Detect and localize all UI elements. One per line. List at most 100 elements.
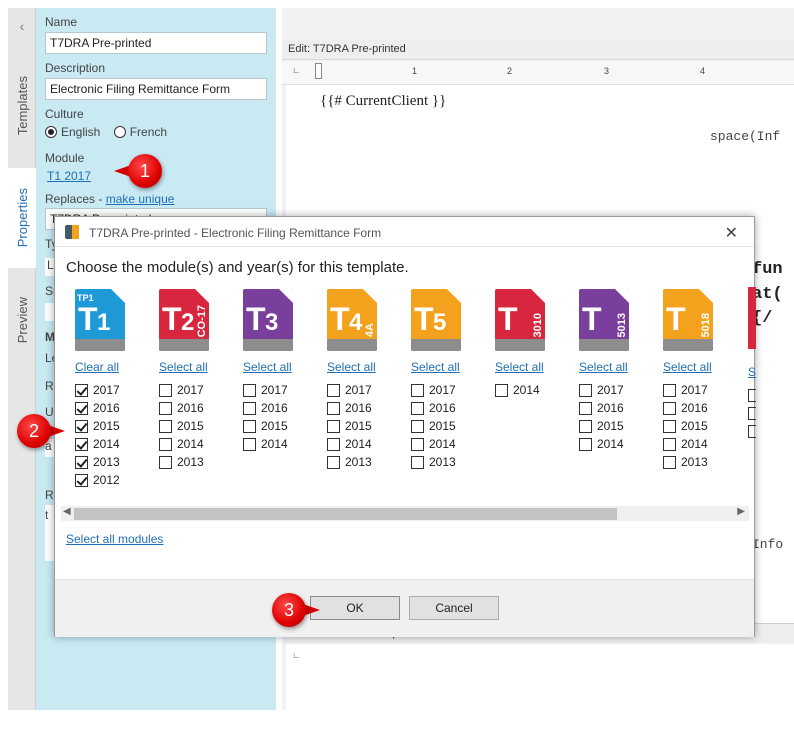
select-all-link[interactable]: Select all	[243, 360, 327, 374]
year-option[interactable]: 2013	[327, 453, 411, 471]
indent-marker-icon[interactable]	[315, 63, 322, 79]
year-checkbox[interactable]	[411, 401, 424, 415]
year-option[interactable]: 2017	[663, 381, 747, 399]
year-option[interactable]: 2014	[411, 435, 495, 453]
year-checkbox[interactable]	[495, 383, 508, 397]
partial-checkbox[interactable]	[748, 407, 756, 420]
tab-preview[interactable]: Preview	[8, 280, 36, 360]
year-checkbox[interactable]	[159, 401, 172, 415]
name-field[interactable]: T7DRA Pre-printed	[45, 32, 267, 54]
select-all-link[interactable]: Select all	[495, 360, 579, 374]
year-checkbox[interactable]	[243, 437, 256, 451]
culture-english-radio[interactable]	[45, 126, 57, 138]
scrollbar-thumb[interactable]	[74, 508, 617, 520]
partial-checkbox[interactable]	[748, 389, 756, 402]
year-checkbox[interactable]	[663, 419, 676, 433]
description-field[interactable]: Electronic Filing Remittance Form	[45, 78, 267, 100]
select-all-modules-link[interactable]: Select all modules	[66, 532, 163, 546]
year-checkbox[interactable]	[327, 383, 340, 397]
year-option[interactable]: 2016	[75, 399, 159, 417]
year-checkbox[interactable]	[663, 383, 676, 397]
year-checkbox[interactable]	[75, 419, 88, 433]
year-checkbox[interactable]	[75, 473, 88, 487]
year-checkbox[interactable]	[579, 401, 592, 415]
module-link[interactable]: T1 2017	[47, 169, 91, 183]
select-all-link[interactable]: Select all	[327, 360, 411, 374]
select-all-link[interactable]: Select all	[663, 360, 747, 374]
year-option[interactable]: 2015	[579, 417, 663, 435]
year-option[interactable]: 2014	[579, 435, 663, 453]
year-option[interactable]: 2014	[75, 435, 159, 453]
year-option[interactable]: 2015	[75, 417, 159, 435]
year-checkbox[interactable]	[243, 401, 256, 415]
year-checkbox[interactable]	[159, 383, 172, 397]
year-checkbox[interactable]	[411, 383, 424, 397]
year-option[interactable]: 2016	[663, 399, 747, 417]
year-checkbox[interactable]	[159, 455, 172, 469]
select-all-link[interactable]: Select all	[159, 360, 243, 374]
year-option[interactable]: 2017	[327, 381, 411, 399]
year-option[interactable]: 2015	[243, 417, 327, 435]
year-checkbox[interactable]	[579, 437, 592, 451]
year-checkbox[interactable]	[411, 455, 424, 469]
year-option[interactable]: 2017	[411, 381, 495, 399]
year-option[interactable]: 2014	[159, 435, 243, 453]
collapse-chevron-icon[interactable]: ‹	[8, 18, 36, 34]
year-checkbox[interactable]	[327, 419, 340, 433]
year-option[interactable]: 2016	[579, 399, 663, 417]
year-checkbox[interactable]	[75, 383, 88, 397]
year-option[interactable]: 2016	[411, 399, 495, 417]
year-option[interactable]: 2013	[663, 453, 747, 471]
year-option[interactable]: 2014	[495, 381, 579, 399]
culture-french-radio[interactable]	[113, 126, 126, 138]
year-option[interactable]: 2017	[159, 381, 243, 399]
year-checkbox[interactable]	[579, 383, 592, 397]
make-unique-link[interactable]: make unique	[106, 192, 175, 206]
close-icon[interactable]: ✕	[725, 223, 738, 243]
year-option[interactable]: 2014	[243, 435, 327, 453]
year-option[interactable]: 2014	[663, 435, 747, 453]
year-option[interactable]: 2015	[327, 417, 411, 435]
tab-properties[interactable]: Properties	[8, 168, 36, 268]
year-checkbox[interactable]	[327, 455, 340, 469]
year-checkbox[interactable]	[327, 401, 340, 415]
year-option[interactable]: 2016	[159, 399, 243, 417]
year-option[interactable]: 2016	[243, 399, 327, 417]
year-option[interactable]: 2013	[159, 453, 243, 471]
year-checkbox[interactable]	[411, 419, 424, 433]
year-option[interactable]: 2015	[159, 417, 243, 435]
year-option[interactable]: 2017	[75, 381, 159, 399]
year-checkbox[interactable]	[663, 455, 676, 469]
ok-button[interactable]: OK	[310, 596, 400, 620]
select-all-link[interactable]: Select all	[579, 360, 663, 374]
cancel-button[interactable]: Cancel	[409, 596, 499, 620]
year-checkbox[interactable]	[663, 437, 676, 451]
select-all-link[interactable]: Select all	[411, 360, 495, 374]
partial-checkbox[interactable]	[748, 425, 756, 438]
year-checkbox[interactable]	[579, 419, 592, 433]
year-option[interactable]: 2016	[327, 399, 411, 417]
year-option[interactable]: 2017	[243, 381, 327, 399]
year-option[interactable]: 2014	[327, 435, 411, 453]
year-checkbox[interactable]	[663, 401, 676, 415]
year-checkbox[interactable]	[159, 419, 172, 433]
tab-templates[interactable]: Templates	[8, 56, 36, 156]
year-option[interactable]: 2015	[411, 417, 495, 435]
year-checkbox[interactable]	[75, 401, 88, 415]
year-checkbox[interactable]	[159, 437, 172, 451]
year-option[interactable]: 2012	[75, 471, 159, 489]
year-option[interactable]: 2013	[75, 453, 159, 471]
horizontal-scrollbar[interactable]: ◀ ▶	[61, 506, 749, 521]
year-option[interactable]: 2013	[411, 453, 495, 471]
partial-select-link[interactable]: S	[748, 365, 756, 379]
year-checkbox[interactable]	[243, 383, 256, 397]
year-option[interactable]: 2017	[579, 381, 663, 399]
year-option[interactable]: 2015	[663, 417, 747, 435]
year-checkbox[interactable]	[75, 455, 88, 469]
year-checkbox[interactable]	[327, 437, 340, 451]
year-checkbox[interactable]	[243, 419, 256, 433]
clear-all-link[interactable]: Clear all	[75, 360, 159, 374]
scroll-left-icon[interactable]: ◀	[63, 506, 71, 517]
scroll-right-icon[interactable]: ▶	[737, 506, 745, 517]
year-checkbox[interactable]	[75, 437, 88, 451]
